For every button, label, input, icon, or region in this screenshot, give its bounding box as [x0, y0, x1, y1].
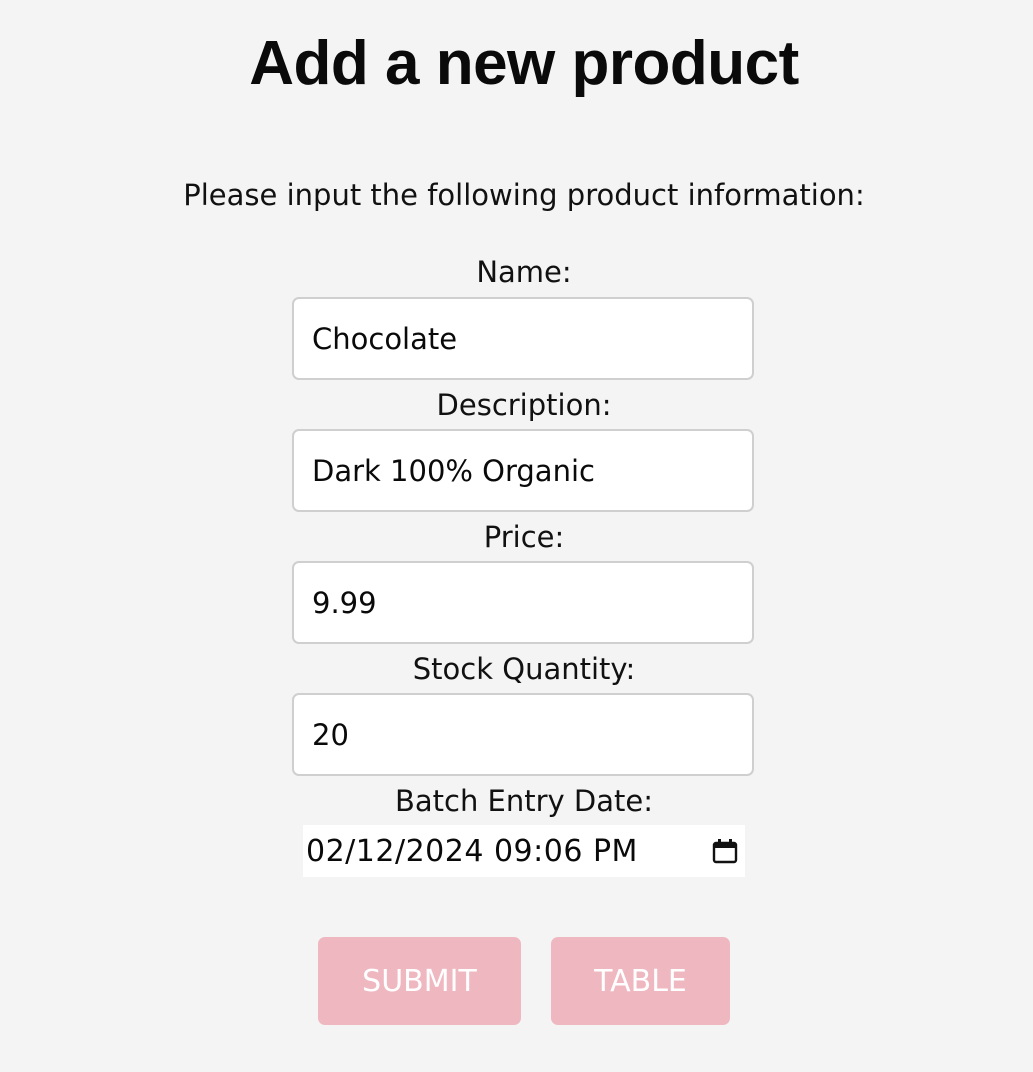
- form-instructions: Please input the following product infor…: [183, 178, 865, 212]
- description-field[interactable]: [292, 429, 754, 512]
- name-label: Name:: [476, 255, 572, 289]
- batch-entry-date-label: Batch Entry Date:: [394, 784, 654, 818]
- description-label: Description:: [436, 388, 612, 422]
- stock-quantity-label: Stock Quantity:: [412, 652, 636, 686]
- batch-entry-date-value: 02/12/2024 09:06 PM: [306, 833, 638, 869]
- submit-button[interactable]: SUBMIT: [318, 937, 521, 1025]
- price-label: Price:: [483, 520, 565, 554]
- table-button[interactable]: TABLE: [551, 937, 730, 1025]
- page-title: Add a new product: [249, 29, 799, 98]
- add-product-page: Add a new product Please input the follo…: [0, 0, 1033, 1072]
- calendar-icon[interactable]: [712, 837, 738, 864]
- price-field[interactable]: [292, 561, 754, 644]
- stock-quantity-field[interactable]: [292, 693, 754, 776]
- name-field[interactable]: [292, 297, 754, 380]
- batch-entry-date-field[interactable]: 02/12/2024 09:06 PM: [303, 825, 745, 877]
